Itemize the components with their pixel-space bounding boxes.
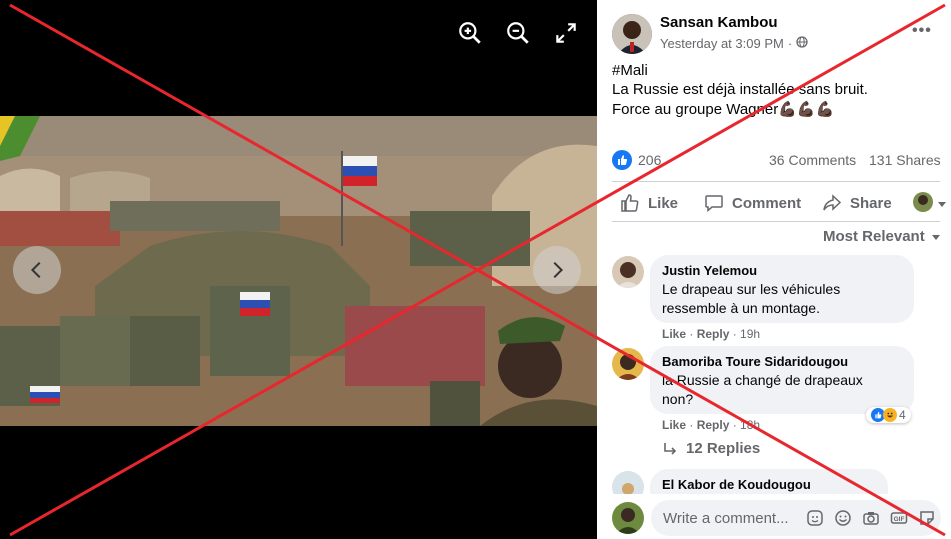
reply-arrow-icon <box>664 442 677 455</box>
next-photo-button[interactable] <box>533 246 581 294</box>
reaction-summary[interactable]: 206 <box>612 150 661 170</box>
post-hashtag[interactable]: #Mali <box>612 62 648 79</box>
current-user-avatar[interactable] <box>612 502 644 534</box>
comments-count[interactable]: 36 Comments <box>769 152 856 168</box>
comment-text-line-1: Le drapeau sur les véhicules <box>662 281 841 297</box>
chevron-right-icon <box>553 261 564 279</box>
reaction-count: 206 <box>638 152 662 168</box>
globe-icon <box>796 36 808 51</box>
comment-reply-link[interactable]: Reply <box>697 327 730 341</box>
svg-text:GIF: GIF <box>894 516 905 523</box>
flexed-biceps-emoji: 💪🏿💪🏿💪🏿 <box>778 101 835 118</box>
previous-photo-button[interactable] <box>13 246 61 294</box>
composer-tools: GIF <box>805 508 937 528</box>
comment-text-line-2: non? <box>662 391 694 407</box>
commenter-avatar[interactable] <box>612 256 644 288</box>
caret-down-icon <box>931 234 940 240</box>
commenter-name[interactable]: El Kabor de Koudougou <box>662 477 876 492</box>
comment-bubble: Bamoriba Toure Sidaridougou la Russie a … <box>650 346 914 414</box>
like-button[interactable]: Like <box>620 193 678 213</box>
write-comment-input[interactable] <box>661 508 805 528</box>
more-options-icon[interactable]: ••• <box>912 22 932 40</box>
reaction-avatar-selector[interactable] <box>913 192 933 212</box>
commenter-avatar[interactable] <box>612 348 644 380</box>
comment-meta: Like · Reply · 19h <box>662 327 761 341</box>
zoom-out-icon[interactable] <box>505 20 531 46</box>
chevron-left-icon <box>30 261 41 279</box>
comment-age[interactable]: 19h <box>740 327 760 341</box>
post-author[interactable]: Sansan Kambou <box>660 14 778 31</box>
comment-label: Comment <box>732 194 802 212</box>
replies-label: 12 Replies <box>686 440 761 457</box>
view-replies-button[interactable]: 12 Replies <box>662 440 760 457</box>
commenter-name[interactable]: Justin Yelemou <box>662 263 902 278</box>
comment-reaction-count[interactable]: 4 <box>866 407 911 423</box>
comment-like-link[interactable]: Like <box>662 418 686 432</box>
share-button[interactable]: Share <box>822 193 892 213</box>
thumbs-up-icon <box>621 194 639 212</box>
like-reaction-icon <box>612 150 632 170</box>
fullscreen-icon[interactable] <box>553 20 579 46</box>
divider <box>612 221 940 222</box>
comment-text-line-1: la Russie a changé de drapeaux <box>662 372 863 388</box>
post-text-line-2-text: Force au groupe Wagner <box>612 101 779 118</box>
author-avatar[interactable] <box>612 14 652 54</box>
comment-composer[interactable]: GIF <box>651 500 941 536</box>
haha-reaction-icon <box>883 408 897 422</box>
zoom-in-icon[interactable] <box>457 20 483 46</box>
avatar-sticker-icon[interactable] <box>805 508 825 528</box>
comment-reply-link[interactable]: Reply <box>697 418 730 432</box>
comment-icon <box>705 195 723 213</box>
comment-bubble: Justin Yelemou Le drapeau sur les véhicu… <box>650 255 914 323</box>
post-photo <box>0 116 597 426</box>
comment-sort-button[interactable]: Most Relevant <box>823 228 941 245</box>
share-label: Share <box>850 194 892 212</box>
photo-viewer <box>0 0 597 539</box>
comment-like-link[interactable]: Like <box>662 327 686 341</box>
shares-count[interactable]: 131 Shares <box>869 152 941 168</box>
comment-reaction-number: 4 <box>899 408 906 422</box>
emoji-icon[interactable] <box>833 508 853 528</box>
share-icon <box>823 194 842 211</box>
post-timestamp[interactable]: Yesterday at 3:09 PM <box>660 36 784 51</box>
camera-icon[interactable] <box>861 508 881 528</box>
gif-icon[interactable]: GIF <box>889 508 909 528</box>
comment-text-line-2: ressemble à un montage. <box>662 300 820 316</box>
like-label: Like <box>648 194 679 212</box>
divider <box>612 181 940 182</box>
comment-meta: Like · Reply · 18h <box>662 418 761 432</box>
comment-button[interactable]: Comment <box>704 193 801 213</box>
sort-label: Most Relevant <box>823 228 925 245</box>
comment-age[interactable]: 18h <box>740 418 760 432</box>
post-text-line-2: Force au groupe Wagner💪🏿💪🏿💪🏿 <box>612 100 834 118</box>
post-text-line-1: La Russie est déjà installée sans bruit. <box>612 81 868 98</box>
caret-down-icon[interactable] <box>937 196 947 214</box>
post-meta: Yesterday at 3:09 PM · <box>660 36 808 51</box>
sticker-icon[interactable] <box>917 508 937 528</box>
commenter-name[interactable]: Bamoriba Toure Sidaridougou <box>662 354 902 369</box>
